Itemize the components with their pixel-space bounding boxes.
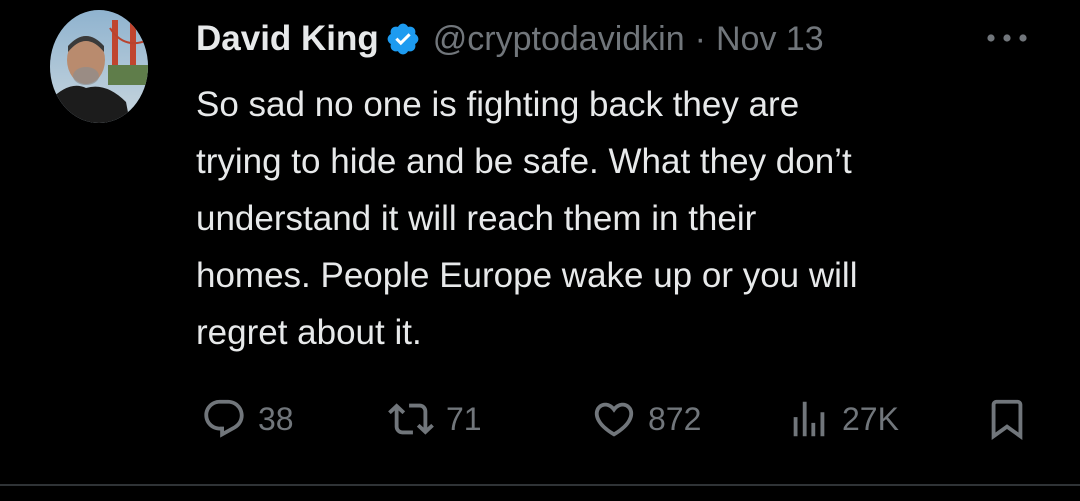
retweet-button[interactable]: 71 — [386, 392, 482, 446]
tweet-text-line: regret about it. — [196, 313, 422, 352]
tweet-date[interactable]: Nov 13 — [716, 20, 824, 59]
tweet-text: So sad no one is fighting back they are … — [196, 76, 1026, 361]
tweet-text-line: understand it will reach them in their — [196, 199, 757, 238]
retweet-count: 71 — [446, 400, 482, 437]
verified-badge-icon[interactable] — [385, 21, 421, 57]
tweet-header: David King @cryptodavidkin · Nov 13 — [196, 16, 824, 62]
bookmark-icon — [991, 399, 1023, 440]
author-name[interactable]: David King — [196, 19, 379, 59]
tweet-text-line: trying to hide and be safe. What they do… — [196, 142, 852, 181]
views-button[interactable]: 27K — [786, 392, 899, 446]
tweet-text-line: homes. People Europe wake up or you will — [196, 256, 858, 295]
like-icon — [594, 402, 634, 437]
author-handle[interactable]: @cryptodavidkin — [433, 20, 685, 59]
views-count: 27K — [842, 400, 899, 437]
reply-icon — [204, 399, 244, 438]
tweet-text-line: So sad no one is fighting back they are — [196, 85, 800, 124]
views-icon — [793, 401, 825, 437]
like-button[interactable]: 872 — [590, 392, 701, 446]
tweet[interactable]: David King @cryptodavidkin · Nov 13 So s… — [0, 0, 1080, 501]
divider — [0, 484, 1080, 486]
avatar-photo — [50, 10, 148, 123]
separator: · — [694, 19, 706, 58]
reply-count: 38 — [258, 400, 294, 437]
action-bar: 38 71 872 27K — [0, 392, 1080, 446]
like-count: 872 — [648, 400, 702, 437]
reply-button[interactable]: 38 — [200, 392, 294, 446]
retweet-icon — [388, 403, 434, 435]
avatar[interactable] — [50, 10, 148, 123]
more-icon[interactable] — [985, 30, 1029, 46]
bookmark-button[interactable] — [984, 392, 1030, 446]
